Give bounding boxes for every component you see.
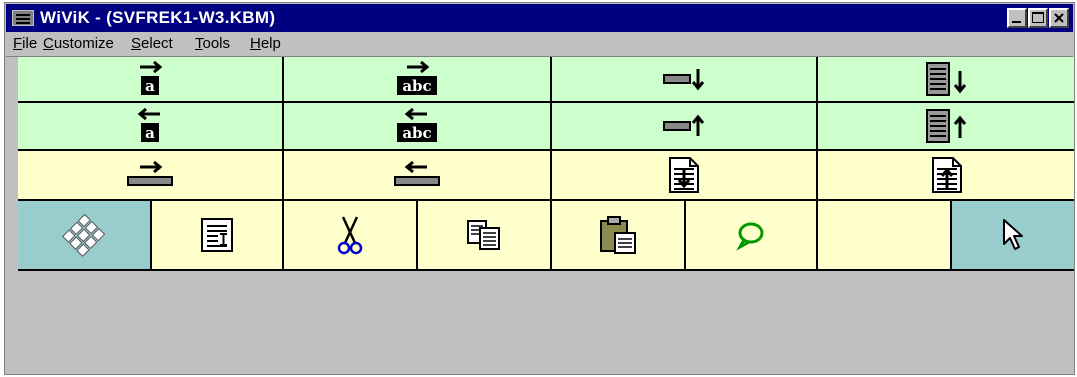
key-copy[interactable] (418, 201, 552, 271)
key-move-down-line[interactable] (552, 57, 818, 103)
key-move-down-page[interactable] (818, 57, 1074, 103)
document-end-icon (669, 157, 699, 193)
key-line-end[interactable] (18, 151, 284, 201)
menu-customize[interactable]: Customize (43, 35, 114, 52)
menu-tools[interactable]: Tools (195, 35, 230, 52)
wivik-window: WiViK - (SVFREK1-W3.KBM) File Customize … (4, 2, 1075, 375)
key-move-right-word[interactable]: abc (284, 57, 552, 103)
menu-select[interactable]: Select (131, 35, 173, 52)
key-move-up-line[interactable] (552, 103, 818, 151)
move-left-char-icon: a (137, 107, 160, 142)
menu-bar: File Customize Select Tools Help (6, 32, 1073, 57)
line-start-icon (394, 160, 440, 186)
key-pointer[interactable] (952, 201, 1074, 271)
key-move-right-char[interactable]: a (18, 57, 284, 103)
svg-text:abc: abc (402, 77, 431, 95)
move-right-char-icon: a (140, 60, 163, 95)
cut-icon (337, 216, 363, 255)
key-document-start[interactable] (818, 151, 1074, 201)
minimize-icon[interactable] (1007, 8, 1027, 28)
close-icon[interactable] (1049, 8, 1069, 28)
move-up-page-icon (925, 109, 966, 143)
key-move-left-word[interactable]: abc (284, 103, 552, 151)
keyboard-grid: a abc a abc (6, 57, 1074, 374)
app-keyboard-icon[interactable] (12, 10, 34, 26)
window-title: WiViK - (SVFREK1-W3.KBM) (40, 8, 276, 27)
key-line-start[interactable] (284, 151, 552, 201)
move-right-word-icon: abc (397, 60, 437, 95)
key-document-end[interactable] (552, 151, 818, 201)
key-move-up-page[interactable] (818, 103, 1074, 151)
svg-text:a: a (145, 124, 155, 142)
key-paste[interactable] (552, 201, 686, 271)
keyboard-icon (62, 213, 106, 257)
speech-bubble-icon (736, 222, 764, 251)
menu-file[interactable]: File (13, 35, 37, 52)
move-down-page-icon (925, 62, 966, 96)
move-up-line-icon (663, 114, 705, 136)
key-move-left-char[interactable]: a (18, 103, 284, 151)
title-bar[interactable]: WiViK - (SVFREK1-W3.KBM) (6, 4, 1073, 32)
copy-icon (467, 220, 500, 250)
empty-key[interactable] (818, 201, 952, 271)
move-down-line-icon (663, 69, 705, 91)
key-keyboard[interactable] (18, 201, 152, 271)
key-text-cursor-document[interactable] (152, 201, 284, 271)
paste-icon (600, 216, 636, 254)
text-cursor-document-icon (201, 218, 233, 252)
svg-text:abc: abc (402, 124, 431, 142)
document-start-icon (931, 157, 962, 193)
menu-help[interactable]: Help (250, 35, 281, 52)
key-cut[interactable] (284, 201, 418, 271)
svg-text:a: a (145, 77, 155, 95)
move-left-word-icon: abc (397, 107, 437, 142)
line-end-icon (127, 160, 173, 186)
maximize-icon[interactable] (1028, 8, 1048, 28)
pointer-arrow-icon (1002, 219, 1023, 250)
key-speech[interactable] (686, 201, 818, 271)
